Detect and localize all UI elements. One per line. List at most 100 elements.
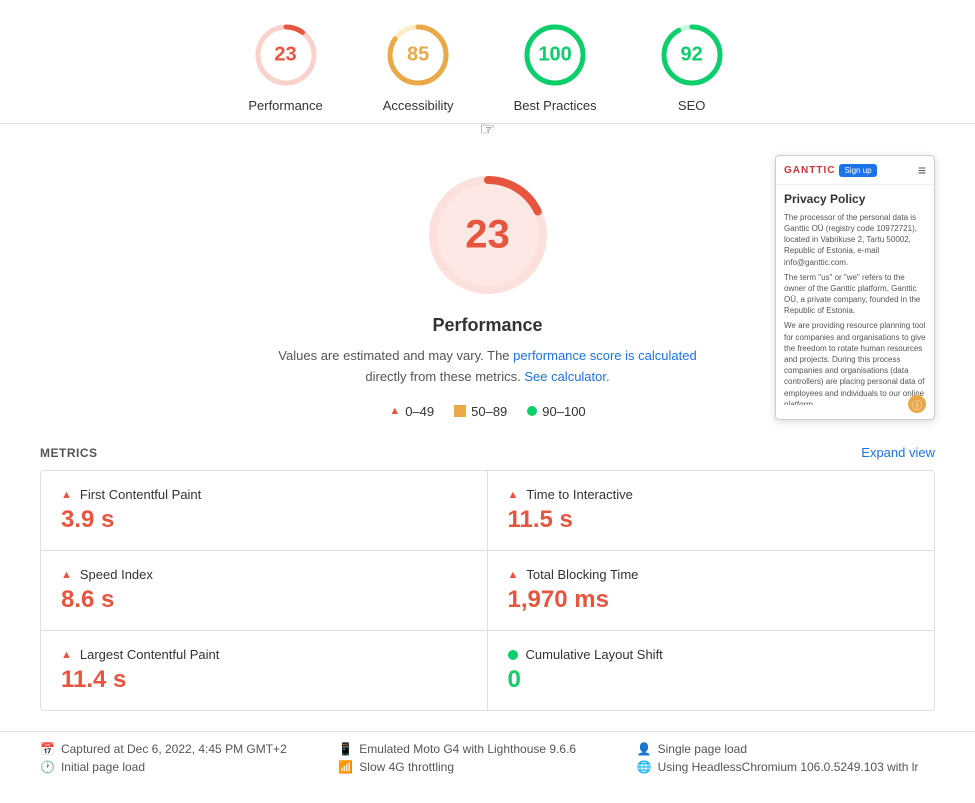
score-value-accessibility: 85 — [407, 44, 429, 67]
wifi-icon: 📶 — [338, 760, 353, 774]
top-scores-bar: 23 Performance 85 Accessibility — [0, 0, 975, 145]
metric-name-cls: Cumulative Layout Shift — [526, 647, 663, 662]
footer-browser-text: Using HeadlessChromium 106.0.5249.103 wi… — [658, 760, 919, 774]
metric-cell-lcp: ▲ Largest Contentful Paint 11.4 s — [41, 631, 488, 710]
score-item-seo[interactable]: 92 SEO — [657, 20, 727, 113]
metric-value-tbt: 1,970 ms — [508, 586, 915, 614]
footer-load-type: 👤 Single page load — [637, 742, 935, 756]
footer-load-type-text: Single page load — [658, 742, 747, 756]
score-item-best-practices[interactable]: 100 Best Practices — [514, 20, 597, 113]
main-performance-title: Performance — [432, 315, 542, 336]
preview-para2: The term "us" or "we" refers to the owne… — [784, 272, 926, 317]
legend-orange: 50–89 — [454, 404, 507, 419]
legend-green: 90–100 — [527, 404, 585, 419]
perf-note: Values are estimated and may vary. The p… — [278, 346, 696, 388]
triangle-icon-tti: ▲ — [508, 489, 519, 501]
main-content: 23 Performance Values are estimated and … — [0, 145, 975, 445]
preview-content: Privacy Policy The processor of the pers… — [776, 185, 934, 405]
footer-initial: 🕐 Initial page load — [40, 760, 338, 774]
preview-logo: GANTTIC — [784, 165, 835, 176]
person-icon: 👤 — [637, 742, 652, 756]
circle-icon-cls — [508, 650, 518, 660]
score-item-performance[interactable]: 23 Performance — [248, 20, 322, 113]
legend-range-orange: 50–89 — [471, 404, 507, 419]
legend-range-green: 90–100 — [542, 404, 585, 419]
metrics-section: METRICS Expand view ▲ First Contentful P… — [0, 445, 975, 711]
footer-throttle: 📶 Slow 4G throttling — [338, 760, 636, 774]
metric-header-tbt: ▲ Total Blocking Time — [508, 567, 915, 582]
square-orange-icon — [454, 405, 466, 417]
browser-icon: 🌐 — [637, 760, 652, 774]
calc-link[interactable]: See calculator. — [524, 369, 609, 384]
perf-score-link[interactable]: performance score is calculated — [513, 348, 697, 363]
preview-footer-cookie: ⓘ — [908, 395, 926, 413]
metric-value-cls: 0 — [508, 666, 915, 694]
calendar-icon: 📅 — [40, 742, 55, 756]
footer-device-text: Emulated Moto G4 with Lighthouse 9.6.6 — [359, 742, 576, 756]
metric-cell-fcp: ▲ First Contentful Paint 3.9 s — [41, 471, 488, 551]
cookie-icon: ⓘ — [908, 395, 926, 413]
metric-value-lcp: 11.4 s — [61, 666, 467, 694]
metric-cell-si: ▲ Speed Index 8.6 s — [41, 551, 488, 631]
metric-header-fcp: ▲ First Contentful Paint — [61, 487, 467, 502]
metrics-title: METRICS — [40, 446, 98, 460]
footer-bar: 📅 Captured at Dec 6, 2022, 4:45 PM GMT+2… — [0, 731, 975, 784]
preview-title: Privacy Policy — [784, 191, 926, 208]
legend-range-red: 0–49 — [405, 404, 434, 419]
metric-value-si: 8.6 s — [61, 586, 467, 614]
score-label-seo: SEO — [678, 98, 705, 113]
metric-header-cls: Cumulative Layout Shift — [508, 647, 915, 662]
score-circle-best-practices: 100 — [520, 20, 590, 90]
triangle-icon-lcp: ▲ — [61, 649, 72, 661]
footer-captured: 📅 Captured at Dec 6, 2022, 4:45 PM GMT+2 — [40, 742, 338, 756]
metric-header-si: ▲ Speed Index — [61, 567, 467, 582]
metric-value-fcp: 3.9 s — [61, 506, 467, 534]
metric-name-lcp: Largest Contentful Paint — [80, 647, 219, 662]
score-circle-seo: 92 — [657, 20, 727, 90]
metric-cell-tti: ▲ Time to Interactive 11.5 s — [488, 471, 935, 551]
main-score-value: 23 — [465, 213, 510, 258]
triangle-red-icon: ▲ — [389, 405, 400, 417]
preview-header: GANTTIC Sign up ≡ — [776, 156, 934, 185]
preview-panel: GANTTIC Sign up ≡ Privacy Policy The pro… — [775, 155, 935, 420]
preview-para1: The processor of the personal data is Ga… — [784, 212, 926, 268]
metric-name-fcp: First Contentful Paint — [80, 487, 201, 502]
score-circle-performance: 23 — [251, 20, 321, 90]
preview-signup-button[interactable]: Sign up — [839, 164, 876, 177]
score-legend: ▲ 0–49 50–89 90–100 — [389, 404, 585, 419]
triangle-icon-fcp: ▲ — [61, 489, 72, 501]
preview-menu-icon[interactable]: ≡ — [918, 162, 926, 178]
score-label-accessibility: Accessibility — [383, 98, 454, 113]
note-text: Values are estimated and may vary. The — [278, 348, 509, 363]
metric-name-tti: Time to Interactive — [526, 487, 632, 502]
score-value-seo: 92 — [681, 44, 703, 67]
metric-header-tti: ▲ Time to Interactive — [508, 487, 915, 502]
main-score-circle: 23 — [418, 165, 558, 305]
metric-name-si: Speed Index — [80, 567, 153, 582]
legend-red: ▲ 0–49 — [389, 404, 434, 419]
metrics-grid: ▲ First Contentful Paint 3.9 s ▲ Time to… — [40, 470, 935, 711]
triangle-icon-si: ▲ — [61, 569, 72, 581]
metric-name-tbt: Total Blocking Time — [526, 567, 638, 582]
expand-view-link[interactable]: Expand view — [861, 445, 935, 460]
triangle-icon-tbt: ▲ — [508, 569, 519, 581]
footer-device: 📱 Emulated Moto G4 with Lighthouse 9.6.6 — [338, 742, 636, 756]
footer-browser: 🌐 Using HeadlessChromium 106.0.5249.103 … — [637, 760, 935, 774]
metrics-header: METRICS Expand view — [40, 445, 935, 460]
score-item-accessibility[interactable]: 85 Accessibility — [383, 20, 454, 113]
footer-throttle-text: Slow 4G throttling — [359, 760, 454, 774]
preview-para3: We are providing resource planning tool … — [784, 320, 926, 405]
metric-cell-cls: Cumulative Layout Shift 0 — [488, 631, 935, 710]
footer-captured-text: Captured at Dec 6, 2022, 4:45 PM GMT+2 — [61, 742, 287, 756]
score-circle-accessibility: 85 — [383, 20, 453, 90]
metric-header-lcp: ▲ Largest Contentful Paint — [61, 647, 467, 662]
device-icon: 📱 — [338, 742, 353, 756]
score-value-best-practices: 100 — [538, 44, 571, 67]
metric-value-tti: 11.5 s — [508, 506, 915, 534]
score-label-performance: Performance — [248, 98, 322, 113]
note-mid: directly from these metrics. — [365, 369, 520, 384]
clock-icon: 🕐 — [40, 760, 55, 774]
metric-cell-tbt: ▲ Total Blocking Time 1,970 ms — [488, 551, 935, 631]
footer-initial-text: Initial page load — [61, 760, 145, 774]
score-value-performance: 23 — [274, 44, 296, 67]
